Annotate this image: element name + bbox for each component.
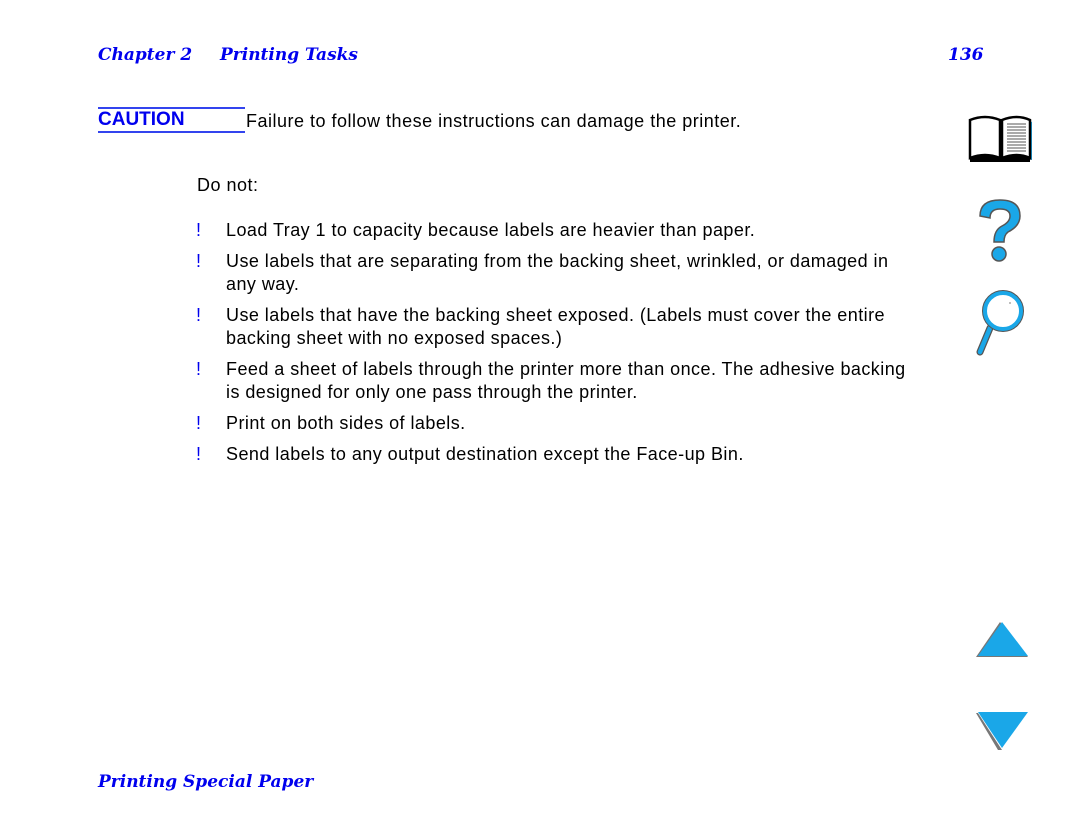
bullet-icon: ! [196, 444, 202, 464]
list-item: ! Use labels that are separating from the… [196, 250, 916, 296]
list-item-text: Feed a sheet of labels through the print… [226, 359, 906, 402]
list-item: ! Feed a sheet of labels through the prin… [196, 358, 916, 404]
do-not-list: ! Load Tray 1 to capacity because labels … [196, 219, 916, 474]
chapter-title-link[interactable]: Printing Tasks [220, 45, 358, 65]
list-item: ! Use labels that have the backing sheet … [196, 304, 916, 350]
footer-section-link[interactable]: Printing Special Paper [98, 772, 313, 792]
previous-page-icon[interactable] [974, 620, 1030, 660]
page-number: 136 [948, 45, 984, 65]
list-item-text: Use labels that have the backing sheet e… [226, 305, 886, 348]
book-icon[interactable] [966, 112, 1036, 166]
list-item: ! Print on both sides of labels. [196, 412, 916, 435]
bullet-icon: ! [196, 220, 202, 240]
search-icon[interactable] [976, 290, 1026, 356]
intro-text: Do not: [197, 175, 259, 195]
bullet-icon: ! [196, 251, 202, 271]
list-item-text: Load Tray 1 to capacity because labels a… [226, 220, 756, 240]
caution-label: CAUTION [98, 107, 245, 133]
list-item: ! Load Tray 1 to capacity because labels … [196, 219, 916, 242]
help-icon[interactable] [972, 196, 1028, 266]
list-item: ! Send labels to any output destination e… [196, 443, 916, 466]
caution-text: Failure to follow these instructions can… [246, 111, 742, 131]
list-item-text: Use labels that are separating from the … [226, 251, 889, 294]
bullet-icon: ! [196, 413, 202, 433]
list-item-text: Send labels to any output destination ex… [226, 444, 744, 464]
bullet-icon: ! [196, 359, 202, 379]
bullet-icon: ! [196, 305, 202, 325]
list-item-text: Print on both sides of labels. [226, 413, 466, 433]
chapter-label: Chapter 2 [98, 45, 193, 65]
next-page-icon[interactable] [974, 710, 1030, 752]
caution-label-text: CAUTION [98, 109, 185, 130]
